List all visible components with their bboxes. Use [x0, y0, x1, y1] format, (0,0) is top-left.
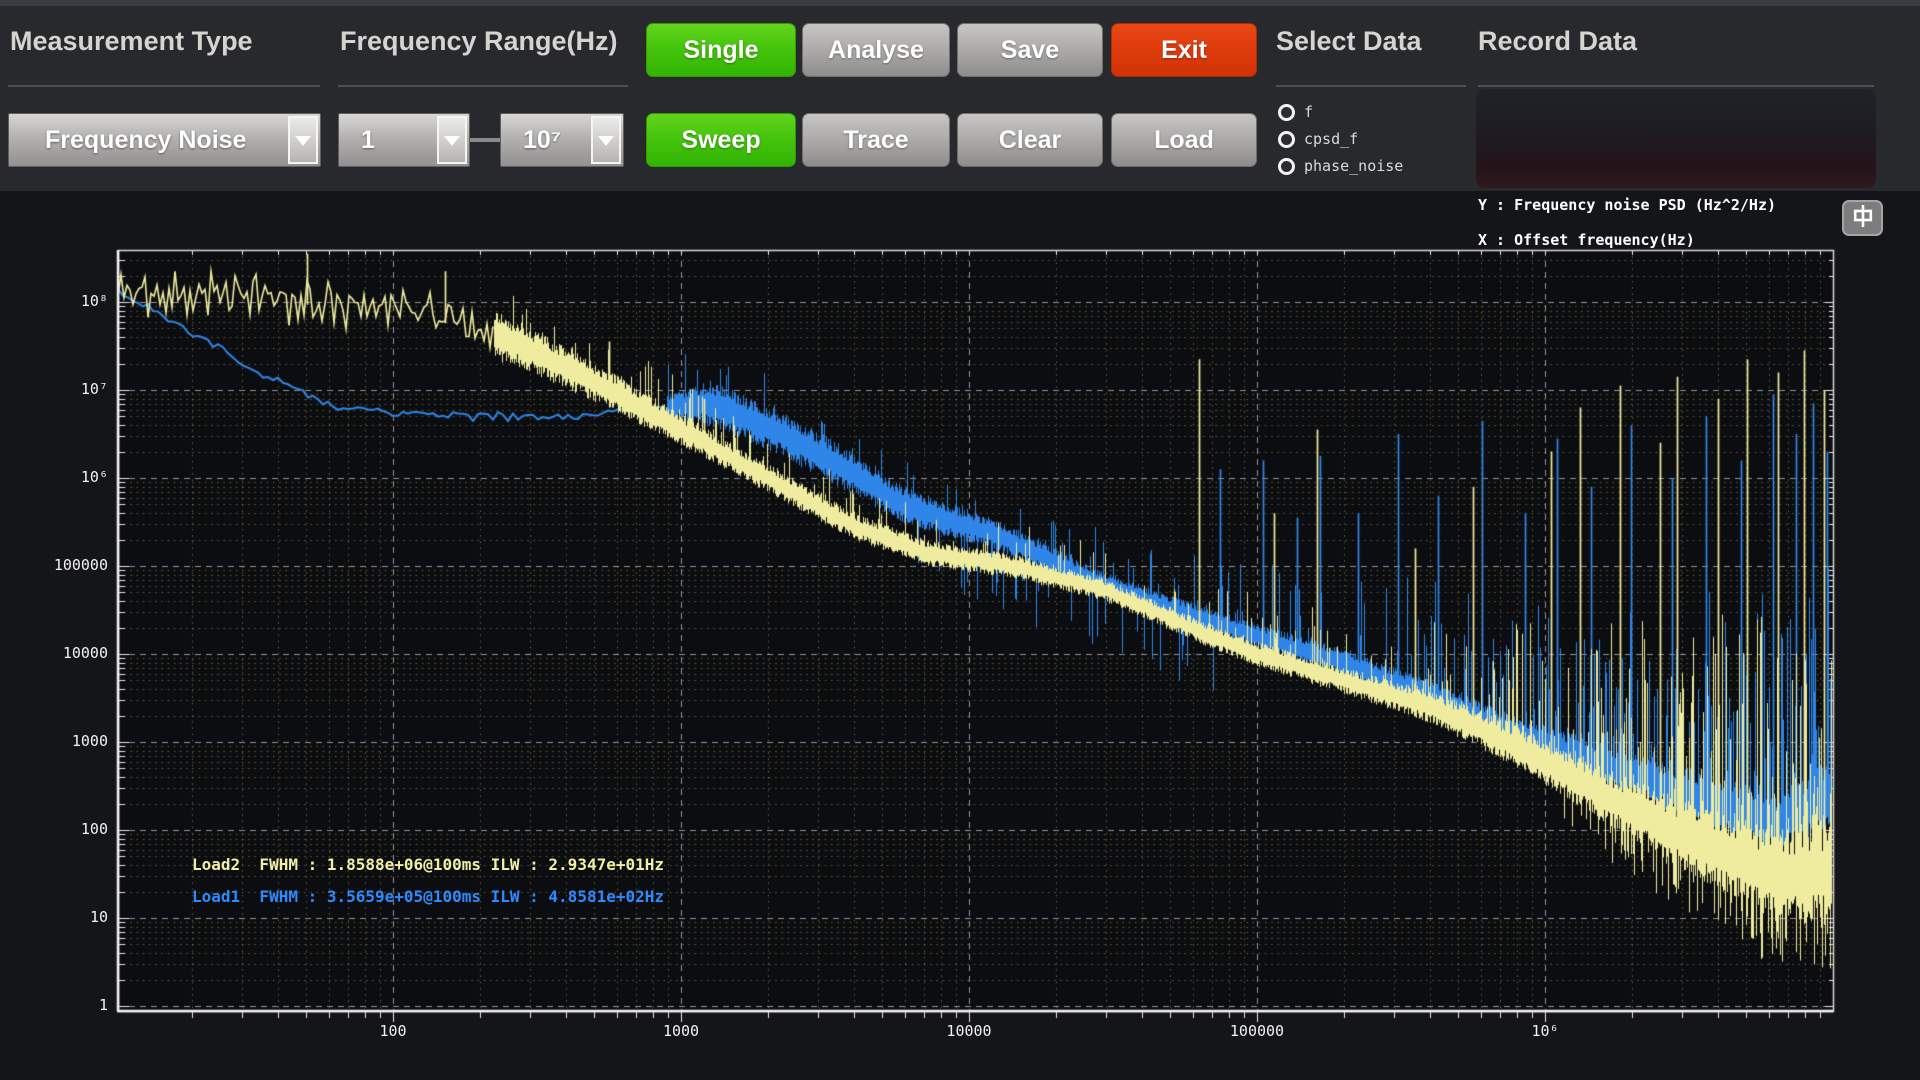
- sweep-button[interactable]: Sweep: [646, 113, 796, 167]
- radio-icon: [1278, 158, 1295, 175]
- x-tick-label: 10000: [929, 1022, 1009, 1040]
- trace-button[interactable]: Trace: [802, 113, 950, 167]
- save-button[interactable]: Save: [957, 23, 1103, 77]
- separator: [1478, 85, 1874, 87]
- y-tick-label: 10000: [20, 644, 108, 662]
- separator: [1276, 85, 1466, 87]
- separator: [8, 85, 320, 87]
- chinese-lang-icon: [1853, 204, 1873, 233]
- select-data-label: Select Data: [1276, 26, 1422, 57]
- y-tick-label: 1000: [20, 732, 108, 750]
- separator: [338, 85, 628, 87]
- frequency-range-to-select[interactable]: 10⁷: [500, 113, 624, 167]
- y-tick-label: 10: [20, 908, 108, 926]
- dropdown-arrow-icon[interactable]: [288, 116, 318, 164]
- measurement-type-select[interactable]: Frequency Noise: [8, 113, 321, 167]
- frequency-range-from-value: 1: [339, 126, 375, 155]
- y-tick-label: 10⁷: [20, 380, 108, 398]
- app-window: 10⁸ 10⁷ 10⁶ 100000 10000 1000 100 10 1 100 1000 100…: [0, 0, 1920, 1080]
- range-connector: [470, 138, 500, 142]
- y-tick-label: 1: [20, 996, 108, 1014]
- x-tick-label: 100: [353, 1022, 433, 1040]
- y-axis-note: Y : Frequency noise PSD (Hz^2/Hz): [1478, 196, 1776, 214]
- y-tick-label: 100000: [20, 556, 108, 574]
- x-tick-label: 10⁶: [1505, 1022, 1585, 1040]
- record-data-label: Record Data: [1478, 26, 1637, 57]
- single-button[interactable]: Single: [646, 23, 796, 77]
- measurement-type-label: Measurement Type: [10, 26, 253, 57]
- exit-button[interactable]: Exit: [1111, 23, 1257, 77]
- toolbar: Measurement Type Frequency Noise Frequen…: [0, 0, 1920, 191]
- x-tick-label: 1000: [641, 1022, 721, 1040]
- dropdown-arrow-icon[interactable]: [591, 116, 621, 164]
- radio-phase-noise-label: phase_noise: [1304, 157, 1403, 175]
- y-tick-label: 10⁶: [20, 468, 108, 486]
- y-tick-label: 10⁸: [20, 292, 108, 310]
- clear-button[interactable]: Clear: [957, 113, 1103, 167]
- frequency-range-to-value: 10⁷: [501, 126, 561, 155]
- legend-load2: Load2 FWHM : 1.8588e+06@100ms ILW : 2.93…: [192, 855, 664, 874]
- radio-cpsd-f-label: cpsd_f: [1304, 130, 1358, 148]
- frequency-range-from-select[interactable]: 1: [338, 113, 470, 167]
- language-toggle-button[interactable]: [1842, 200, 1883, 236]
- radio-phase-noise[interactable]: phase_noise: [1278, 157, 1403, 175]
- record-data-panel: [1476, 89, 1876, 188]
- x-tick-label: 100000: [1217, 1022, 1297, 1040]
- legend-load1: Load1 FWHM : 3.5659e+05@100ms ILW : 4.85…: [192, 887, 664, 906]
- radio-icon: [1278, 131, 1295, 148]
- dropdown-arrow-icon[interactable]: [437, 116, 467, 164]
- analyse-button[interactable]: Analyse: [802, 23, 950, 77]
- y-tick-label: 100: [20, 820, 108, 838]
- radio-f[interactable]: f: [1278, 103, 1313, 121]
- radio-f-label: f: [1304, 103, 1313, 121]
- measurement-type-value: Frequency Noise: [9, 126, 246, 155]
- radio-icon: [1278, 104, 1295, 121]
- radio-cpsd-f[interactable]: cpsd_f: [1278, 130, 1358, 148]
- x-axis-note: X : Offset frequency(Hz): [1478, 231, 1695, 249]
- frequency-range-label: Frequency Range(Hz): [340, 26, 618, 57]
- load-button[interactable]: Load: [1111, 113, 1257, 167]
